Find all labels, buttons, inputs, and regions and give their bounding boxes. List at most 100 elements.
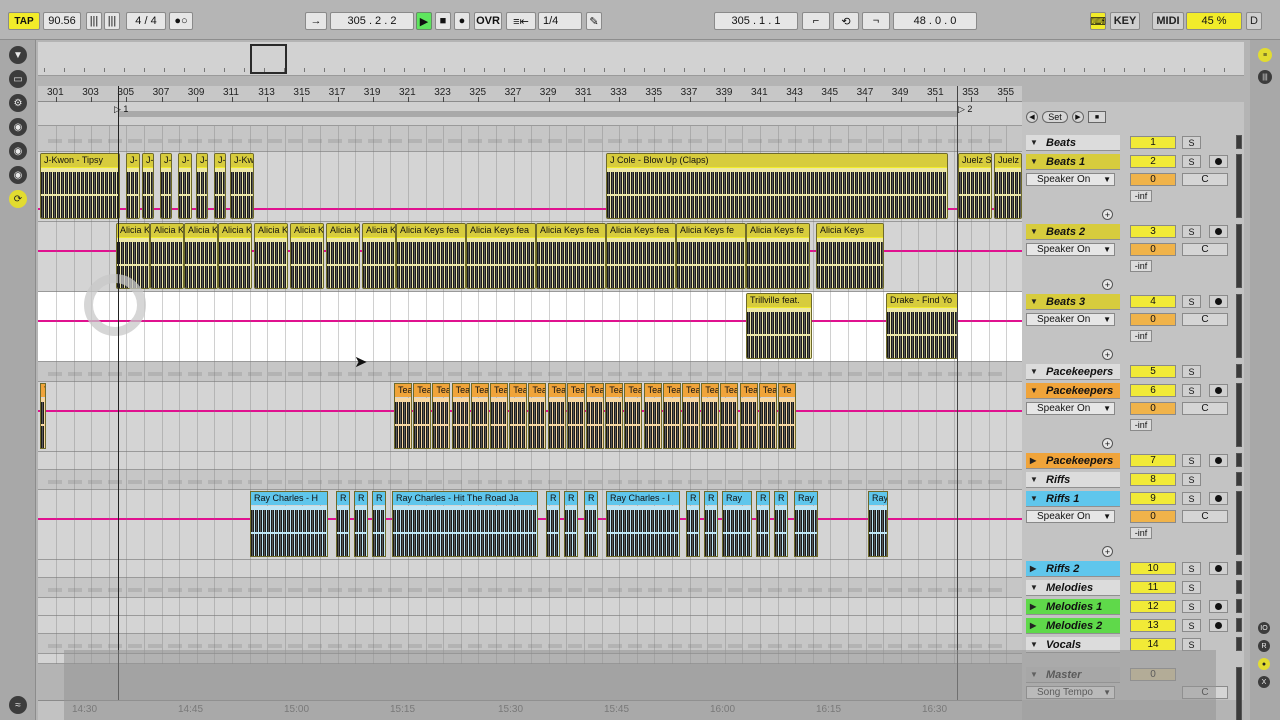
track-activator[interactable]: 4 <box>1130 295 1176 308</box>
loop-length-field[interactable]: 48 . 0 . 0 <box>893 12 977 30</box>
audio-clip[interactable]: R <box>704 491 718 557</box>
track-activator[interactable]: 9 <box>1130 492 1176 505</box>
lane-beats-3[interactable] <box>38 292 1022 362</box>
arm-button[interactable] <box>1209 155 1228 168</box>
audio-clip[interactable]: Tea <box>758 383 777 449</box>
audio-clip[interactable]: Juelz S <box>958 153 992 219</box>
show-automation-icon[interactable]: + <box>1102 546 1113 557</box>
nudge-down-icon[interactable]: ||| <box>86 12 102 30</box>
audio-clip[interactable]: Alicia Keys fea <box>536 223 606 289</box>
track-name[interactable]: ▶ Pacekeepers <box>1026 453 1120 469</box>
solo-button[interactable]: S <box>1182 136 1201 149</box>
track-activator[interactable]: 5 <box>1130 365 1176 378</box>
track-activator[interactable]: 1 <box>1130 136 1176 149</box>
next-locator-icon[interactable]: ▶ <box>1072 111 1084 123</box>
browser-toggle-icon[interactable]: ▼ <box>9 46 27 64</box>
track-activator[interactable]: 10 <box>1130 562 1176 575</box>
audio-clip[interactable]: Alicia Keys fea <box>466 223 536 289</box>
show-automation-icon[interactable]: + <box>1102 438 1113 449</box>
track-volume[interactable]: 0 <box>1130 173 1176 186</box>
punch-out-icon[interactable]: ¬ <box>862 12 890 30</box>
audio-clip[interactable]: Tea <box>394 383 412 449</box>
loop-region[interactable] <box>118 111 958 117</box>
audio-clip[interactable]: Tea <box>509 383 528 449</box>
lane-pacekeepers-2[interactable] <box>38 452 1022 470</box>
track-name[interactable]: ▼ Pacekeepers <box>1026 383 1120 399</box>
input-type-select[interactable]: Speaker On ▼ <box>1026 173 1115 186</box>
audio-clip[interactable]: R <box>354 491 368 557</box>
plugins-icon[interactable]: ⚙ <box>9 94 27 112</box>
input-type-select[interactable]: Speaker On ▼ <box>1026 510 1115 523</box>
mixer-toggle-icon[interactable]: ● <box>1258 658 1270 670</box>
quantize-menu-icon[interactable]: ≡⇤ <box>506 12 536 30</box>
show-automation-icon[interactable]: + <box>1102 209 1113 220</box>
audio-clip[interactable]: J-Kwon - Tipsy <box>40 153 120 219</box>
audio-clip[interactable]: J- <box>142 153 154 219</box>
arrangement-view-icon[interactable]: ||| <box>1258 70 1272 84</box>
stop-button[interactable]: ■ <box>435 12 451 30</box>
audio-clip[interactable]: Tea <box>662 383 681 449</box>
track-name[interactable]: ▼ Beats 2 <box>1026 224 1120 240</box>
fold-icon[interactable]: ▼ <box>1030 583 1040 592</box>
track-name[interactable]: ▶ Melodies 1 <box>1026 599 1120 615</box>
solo-button[interactable]: S <box>1182 295 1201 308</box>
audio-clip[interactable]: R <box>546 491 560 557</box>
audio-clip[interactable]: Alicia Keys fea <box>606 223 676 289</box>
locator-right[interactable]: ▷ 2 <box>958 104 972 115</box>
track-activator[interactable]: 12 <box>1130 600 1176 613</box>
track-volume[interactable]: 0 <box>1130 402 1176 415</box>
audio-clip[interactable]: Tea <box>413 383 432 449</box>
tempo-field[interactable]: 90.56 <box>43 12 81 30</box>
audio-clip[interactable]: Alicia Keys fe <box>676 223 746 289</box>
audio-clip[interactable]: R <box>686 491 700 557</box>
hot-swap-icon[interactable]: ⟳ <box>9 190 27 208</box>
audio-clip[interactable]: Tea <box>586 383 604 449</box>
audio-clip[interactable]: Tea <box>739 383 758 449</box>
session-view-icon[interactable]: ≡ <box>1258 48 1272 62</box>
solo-button[interactable]: S <box>1182 581 1201 594</box>
lane-pacekeepers-group[interactable] <box>38 362 1022 382</box>
track-name[interactable]: ▶ Riffs 2 <box>1026 561 1120 577</box>
nudge-up-icon[interactable]: ||| <box>104 12 120 30</box>
arm-button[interactable] <box>1209 619 1228 632</box>
midi-map-button[interactable]: MIDI <box>1152 12 1184 30</box>
lane-beats-group[interactable] <box>38 126 1022 152</box>
audio-clip[interactable]: Te <box>778 383 796 449</box>
draw-mode-icon[interactable]: ✎ <box>586 12 602 30</box>
audio-clip[interactable]: Tea <box>547 383 566 449</box>
audio-clip[interactable]: Tea <box>490 383 508 449</box>
fold-icon[interactable]: ▼ <box>1030 157 1040 166</box>
track-name[interactable]: ▼ Beats 1 <box>1026 154 1120 170</box>
arrangement-overview[interactable] <box>38 42 1244 76</box>
audio-clip[interactable]: Ray <box>868 491 888 557</box>
arrangement-view[interactable]: J-Kwon - Tipsy J- J- J- J- J- J- J-Kw J Cole - B… <box>38 126 1022 664</box>
beat-time-ruler[interactable]: 301 303 305 307 309 311 313 315 317 319 321 323 325 3… <box>38 86 1022 102</box>
audio-clip[interactable]: Tea <box>432 383 451 449</box>
track-activator[interactable]: 7 <box>1130 454 1176 467</box>
audio-clip[interactable]: R <box>564 491 578 557</box>
time-signature[interactable]: 4 / 4 <box>126 12 166 30</box>
track-pan[interactable]: C <box>1182 173 1228 186</box>
track-name[interactable]: ▼ Beats 3 <box>1026 294 1120 310</box>
fold-icon[interactable]: ▶ <box>1030 621 1040 630</box>
track-activator[interactable]: 6 <box>1130 384 1176 397</box>
tap-tempo-button[interactable]: TAP <box>8 12 40 30</box>
audio-clip[interactable]: Juelz <box>994 153 1022 219</box>
audio-clip[interactable]: J- <box>160 153 172 219</box>
audio-clip[interactable]: Tea <box>643 383 662 449</box>
audio-clip[interactable]: Alicia K <box>218 223 252 289</box>
metronome-icon[interactable]: ●○ <box>169 12 193 30</box>
audio-clip[interactable]: Alicia K <box>290 223 324 289</box>
input-type-select[interactable]: Speaker On ▼ <box>1026 402 1115 415</box>
audio-clip[interactable]: R <box>756 491 770 557</box>
track-name[interactable]: ▼ Pacekeepers <box>1026 364 1120 380</box>
input-type-select[interactable]: Speaker On ▼ <box>1026 243 1115 256</box>
lane-melodies-group[interactable] <box>38 578 1022 598</box>
lane-riffs-group[interactable] <box>38 470 1022 490</box>
solo-button[interactable]: S <box>1182 562 1201 575</box>
loop-switch-icon[interactable]: ⟲ <box>833 12 859 30</box>
track-activator[interactable]: 2 <box>1130 155 1176 168</box>
set-locator-button[interactable]: Set <box>1042 111 1068 123</box>
audio-clip[interactable]: R <box>584 491 598 557</box>
audio-clip[interactable]: J- <box>178 153 192 219</box>
